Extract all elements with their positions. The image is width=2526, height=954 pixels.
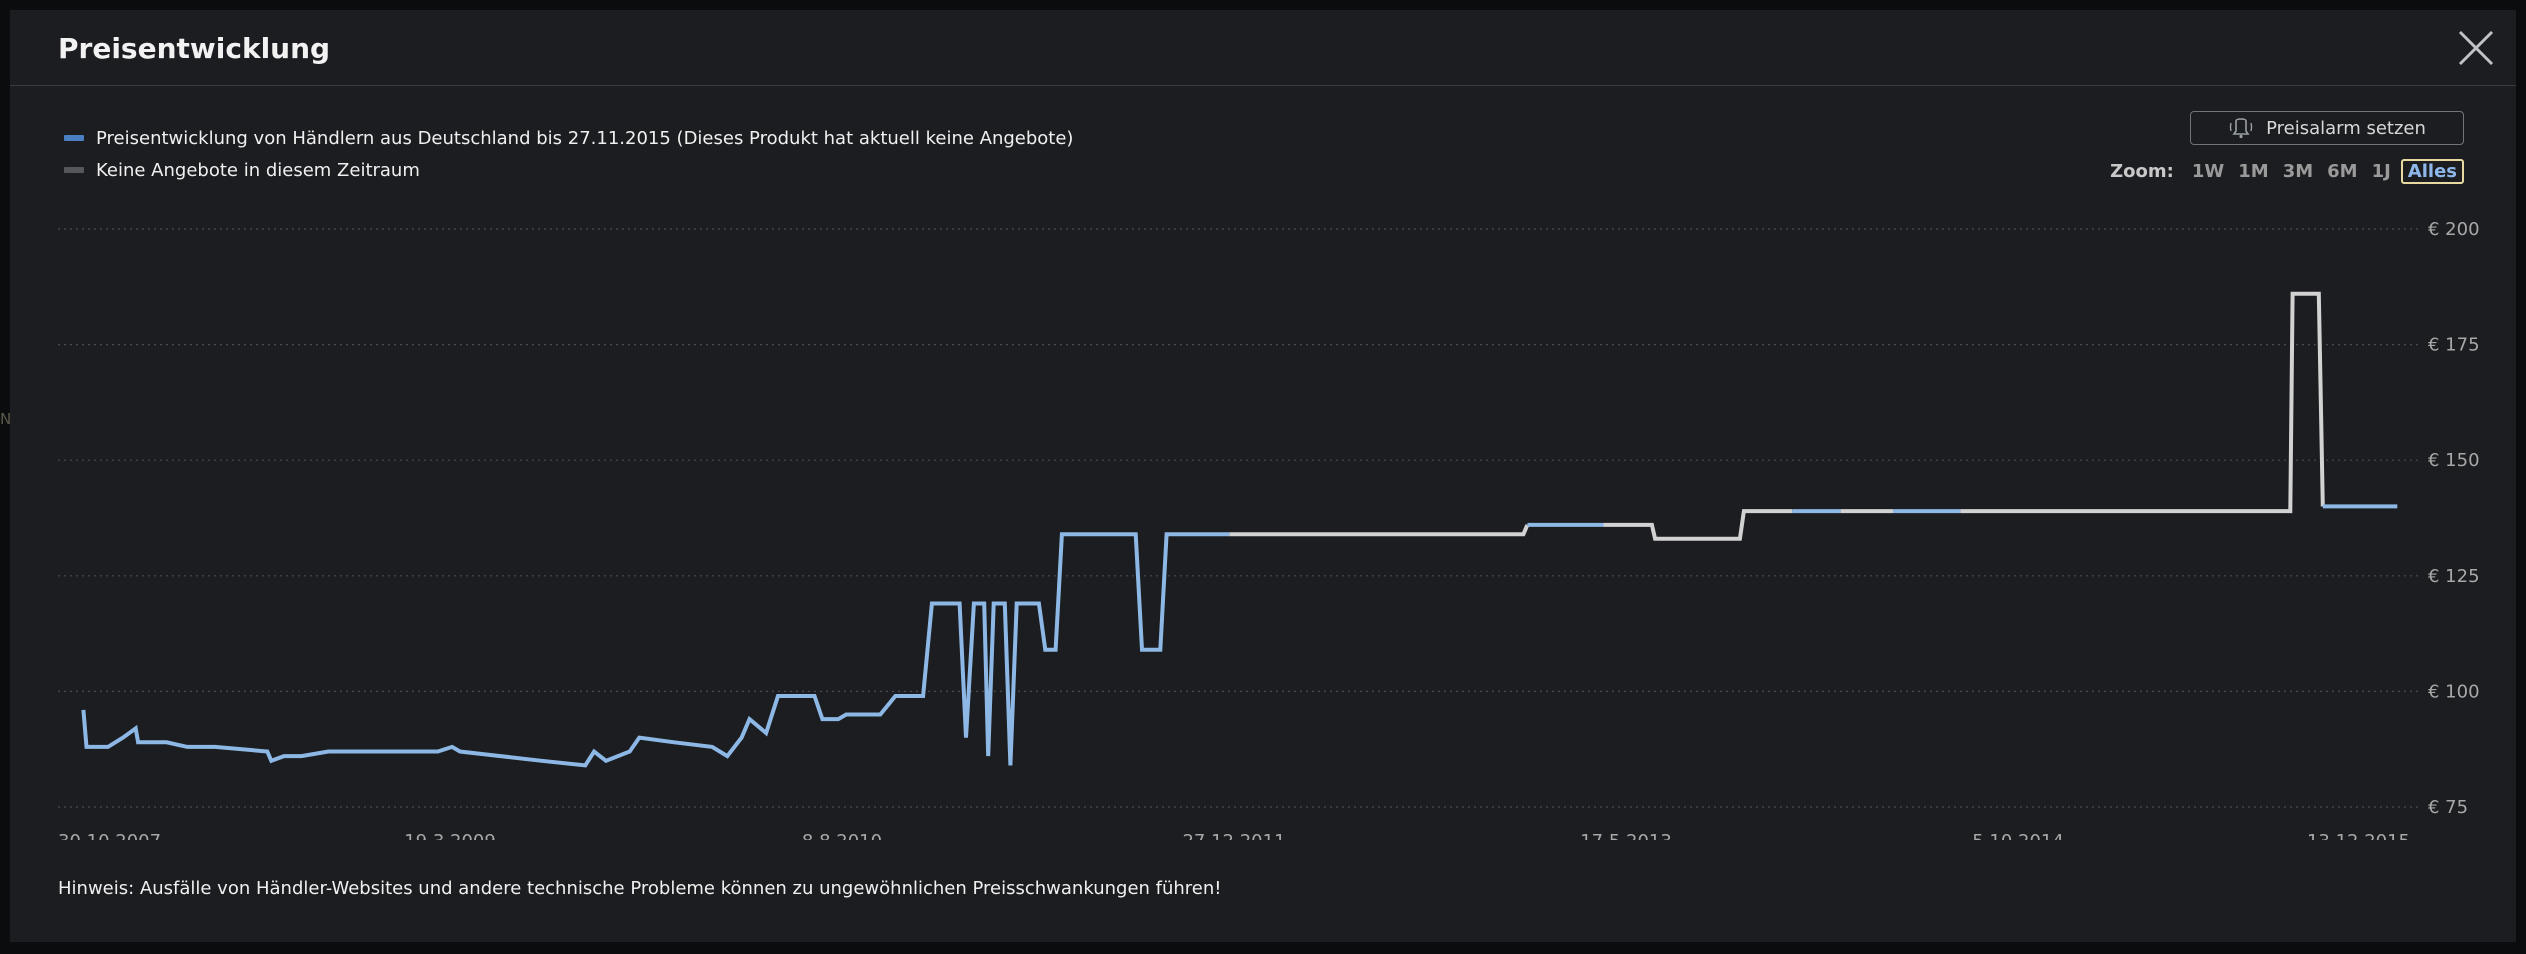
hint-text: Hinweis: Ausfälle von Händler-Websites u… [58, 878, 1222, 899]
y-axis-ticks: € 200 € 175 € 150 € 125 € 100 € 75 [2428, 219, 2480, 818]
x-axis-ticks: 30.10.2007 19.3.2009 8.8.2010 27.12.2011 17.… [58, 831, 2410, 840]
modal-title: Preisentwicklung [58, 32, 331, 65]
x-tick-label: 27.12.2011 [1182, 831, 1285, 840]
y-tick-label: € 125 [2428, 566, 2480, 587]
x-tick-label: 13.12.2015 [2307, 831, 2410, 840]
series-line-no-offers [1603, 509, 1793, 541]
price-series [81, 291, 2398, 768]
modal-header: Preisentwicklung [10, 10, 2516, 86]
y-tick-label: € 150 [2428, 450, 2480, 471]
close-icon [2458, 30, 2494, 66]
price-alarm-label: Preisalarm setzen [2266, 117, 2426, 139]
chart-grid [58, 228, 2420, 808]
x-tick-label: 19.3.2009 [404, 831, 496, 840]
series-line-no-offers [1229, 524, 1530, 537]
series-line-no-offers [1960, 291, 2325, 514]
y-tick-label: € 75 [2428, 797, 2468, 818]
y-tick-label: € 175 [2428, 335, 2480, 356]
x-tick-label: 5.10.2014 [1972, 831, 2064, 840]
x-tick-label: 30.10.2007 [58, 831, 161, 840]
series-line-offers [81, 532, 1230, 768]
close-button[interactable] [2454, 26, 2498, 70]
price-history-modal: Preisentwicklung Preisentwicklung von Hä… [10, 10, 2516, 942]
price-chart: € 200 € 175 € 150 € 125 € 100 € 75 30.10.2007… [58, 219, 2480, 840]
y-tick-label: € 200 [2428, 219, 2480, 240]
y-tick-label: € 100 [2428, 681, 2480, 702]
bell-icon [2229, 118, 2253, 139]
x-tick-label: 17.5.2013 [1580, 831, 1672, 840]
x-tick-label: 8.8.2010 [802, 831, 882, 840]
